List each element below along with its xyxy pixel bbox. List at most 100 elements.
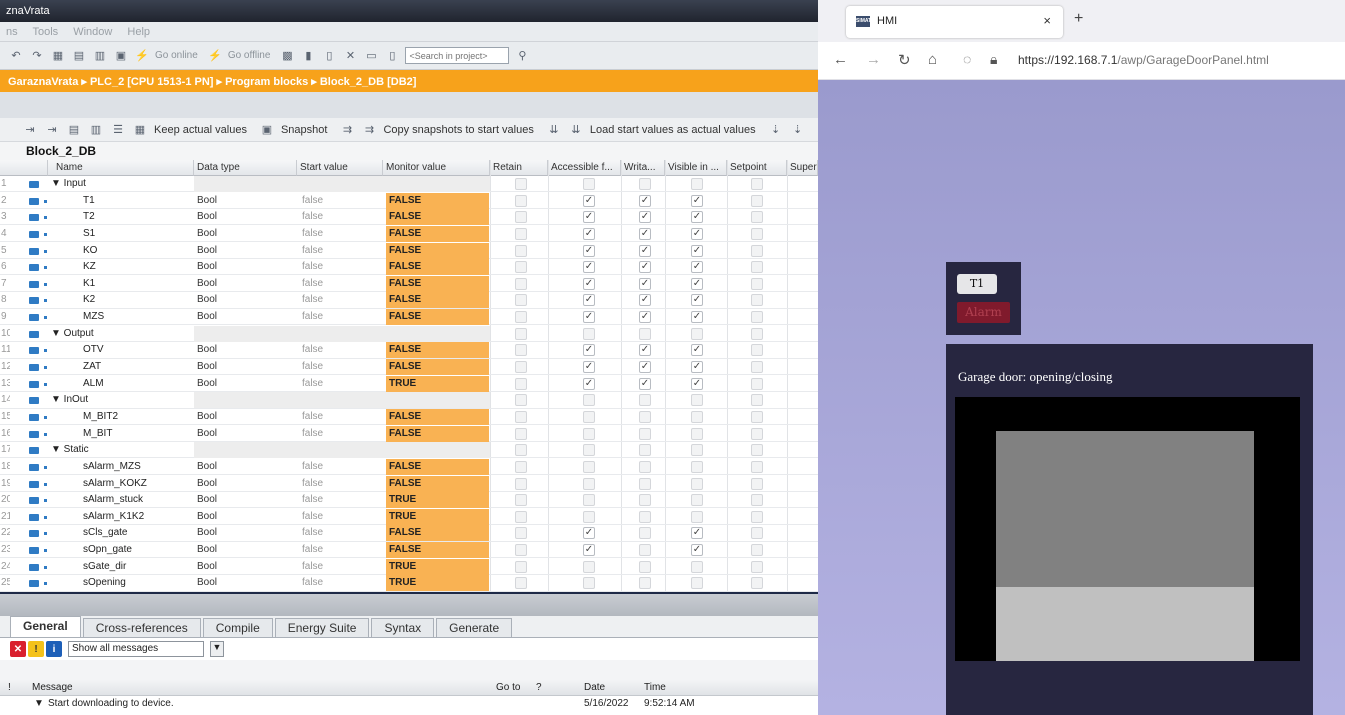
tab-general[interactable]: General (10, 616, 81, 637)
checkbox-ret[interactable] (515, 494, 527, 507)
checkbox-acc[interactable] (583, 178, 595, 190)
checkbox-ret[interactable] (515, 577, 527, 590)
data-type[interactable]: Bool (194, 509, 296, 525)
checkbox-sp[interactable] (751, 577, 763, 590)
checkbox-ret[interactable] (515, 261, 527, 274)
variable-name[interactable]: ▼ Input (48, 176, 192, 192)
row-number[interactable]: 6 (0, 259, 10, 275)
checkbox-sp[interactable] (751, 261, 763, 274)
checkbox-wr[interactable] (639, 544, 651, 557)
start-value[interactable]: false (299, 575, 381, 591)
row-number[interactable]: 7 (0, 276, 10, 292)
address-bar[interactable]: https://192.168.7.1/awp/GarageDoorPanel.… (1018, 53, 1269, 67)
checkbox-acc[interactable]: ✓ (583, 277, 595, 290)
data-type[interactable]: Bool (194, 226, 296, 242)
snapshot-icon[interactable]: ▣ (259, 122, 275, 138)
row-number[interactable]: 21 (0, 509, 10, 525)
checkbox-vis[interactable]: ✓ (691, 361, 703, 374)
checkbox-vis[interactable]: ✓ (691, 211, 703, 224)
checkbox-ret[interactable] (515, 344, 527, 357)
checkbox-wr[interactable]: ✓ (639, 244, 651, 257)
checkbox-sp[interactable] (751, 394, 763, 407)
table-group-row[interactable]: 1 ▼ Input (0, 176, 818, 193)
start-value[interactable]: false (299, 376, 381, 392)
start-value[interactable]: false (299, 209, 381, 225)
checkbox-acc[interactable]: ✓ (583, 211, 595, 224)
variable-name[interactable]: ▼ Output (48, 326, 192, 342)
checkbox-wr[interactable] (639, 510, 651, 523)
row-number[interactable]: 13 (0, 376, 10, 392)
data-type[interactable]: Bool (194, 492, 296, 508)
message-filter-select[interactable]: Show all messages (68, 641, 204, 657)
row-number[interactable]: 24 (0, 559, 10, 575)
checkbox-ret[interactable] (515, 327, 527, 340)
row-number[interactable]: 4 (0, 226, 10, 242)
search-input[interactable] (405, 47, 510, 64)
checkbox-acc[interactable] (583, 477, 595, 490)
copy-snapshot-alt-icon[interactable]: ⇉ (361, 122, 377, 138)
checkbox-sp[interactable] (751, 560, 763, 573)
checkbox-wr[interactable]: ✓ (639, 311, 651, 324)
row-number[interactable]: 20 (0, 492, 10, 508)
checkbox-acc[interactable]: ✓ (583, 294, 595, 307)
msg-col-goto[interactable]: Go to (496, 682, 520, 693)
checkbox-wr[interactable] (639, 327, 651, 340)
checkbox-sp[interactable] (751, 344, 763, 357)
checkbox-vis[interactable]: ✓ (691, 277, 703, 290)
column-header-writable[interactable]: Writa... (621, 160, 665, 176)
warning-filter-icon[interactable]: ! (28, 641, 44, 657)
checkbox-sp[interactable] (751, 444, 763, 457)
monitor-value[interactable]: FALSE (386, 225, 489, 242)
variable-name[interactable]: ▼ InOut (48, 392, 192, 408)
row-number[interactable]: 17 (0, 442, 10, 458)
checkbox-wr[interactable] (639, 560, 651, 573)
checkbox-ret[interactable] (515, 510, 527, 523)
monitor-value[interactable]: FALSE (386, 359, 489, 376)
checkbox-acc[interactable]: ✓ (583, 527, 595, 540)
start-cpu-icon[interactable]: ▮ (300, 48, 316, 64)
accessible-devices-icon[interactable]: ▩ (279, 48, 295, 64)
row-number[interactable]: 19 (0, 476, 10, 492)
checkbox-acc[interactable] (583, 394, 595, 407)
start-value[interactable]: false (299, 226, 381, 242)
checkbox-ret[interactable] (515, 294, 527, 307)
expand-icon[interactable]: ▤ (66, 122, 82, 138)
go-online-icon[interactable]: ⚡ (134, 48, 150, 64)
checkbox-sp[interactable] (751, 544, 763, 557)
data-type[interactable]: Bool (194, 292, 296, 308)
tab-cross-references[interactable]: Cross-references (82, 618, 201, 637)
close-tab-icon[interactable]: × (1043, 13, 1051, 28)
start-value[interactable]: false (299, 509, 381, 525)
checkbox-sp[interactable] (751, 527, 763, 540)
checkbox-vis[interactable]: ✓ (691, 344, 703, 357)
checkbox-ret[interactable] (515, 427, 527, 440)
more-tools-alt-icon[interactable]: ⇣ (790, 122, 806, 138)
table-row[interactable]: 11 OTV Bool false FALSE ✓ ✓ ✓ (0, 342, 818, 359)
msg-col-time[interactable]: Time (644, 682, 666, 693)
checkbox-ret[interactable] (515, 410, 527, 423)
variable-name[interactable]: ▼ Static (48, 442, 192, 458)
start-value[interactable]: false (299, 409, 381, 425)
table-row[interactable]: 25 sOpening Bool false TRUE (0, 575, 818, 592)
checkbox-vis[interactable]: ✓ (691, 527, 703, 540)
new-tab-icon[interactable]: + (1074, 10, 1083, 28)
row-number[interactable]: 18 (0, 459, 10, 475)
checkbox-ret[interactable] (515, 227, 527, 240)
start-value[interactable]: false (299, 459, 381, 475)
checkbox-acc[interactable]: ✓ (583, 227, 595, 240)
row-number[interactable]: 16 (0, 426, 10, 442)
data-type[interactable]: Bool (194, 575, 296, 591)
checkbox-vis[interactable] (691, 427, 703, 440)
checkbox-acc[interactable]: ✓ (583, 361, 595, 374)
browser-tab-hmi[interactable]: SIMATIC HMI × (846, 6, 1063, 38)
msg-col-message[interactable]: Message (32, 682, 73, 693)
breadcrumb[interactable]: GaraznaVrata ▸ PLC_2 [CPU 1513-1 PN] ▸ P… (0, 70, 818, 92)
data-type[interactable]: Bool (194, 359, 296, 375)
menu-item-ns[interactable]: ns (6, 26, 18, 38)
row-number[interactable]: 15 (0, 409, 10, 425)
monitor-value[interactable]: TRUE (386, 375, 489, 392)
stop-cpu-icon[interactable]: ▯ (321, 48, 337, 64)
row-number[interactable]: 2 (0, 193, 10, 209)
checkbox-acc[interactable] (583, 410, 595, 423)
checkbox-wr[interactable]: ✓ (639, 211, 651, 224)
